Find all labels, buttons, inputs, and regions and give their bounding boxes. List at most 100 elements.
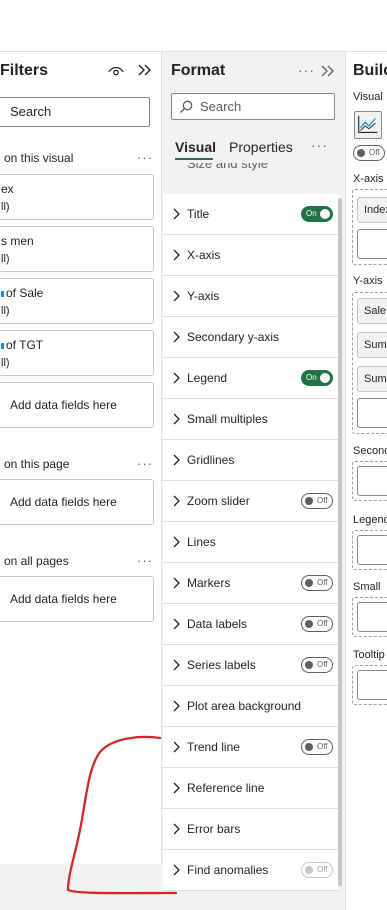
tabs-more-button[interactable]: ··· (311, 137, 328, 153)
format-card-title[interactable]: Title On (163, 194, 339, 235)
toggle-text: Off (317, 742, 328, 751)
format-card-toggle[interactable]: On (301, 370, 333, 386)
filter-card[interactable]: ex ll) (0, 174, 154, 220)
chevron-right-icon (173, 577, 180, 589)
add-data-fields-visual[interactable]: Add data fields here (0, 382, 154, 428)
eye-icon[interactable] (108, 64, 124, 78)
toggle-text: Off (317, 660, 328, 669)
line-chart-icon (358, 115, 378, 133)
format-card-error-bars[interactable]: Error bars (163, 809, 339, 850)
format-card-secondary-y-axis[interactable]: Secondary y-axis (163, 317, 339, 358)
format-card-toggle[interactable]: Off (301, 657, 333, 673)
legend-drop-zone[interactable] (357, 535, 387, 565)
format-title: Format (171, 62, 226, 79)
chevron-right-icon (173, 249, 180, 261)
filters-search-input[interactable]: Search (0, 97, 150, 127)
format-card-series-labels[interactable]: Series labels Off (163, 645, 339, 686)
toggle-text: Off (317, 496, 328, 505)
add-data-fields-all[interactable]: Add data fields here (0, 576, 154, 622)
format-card-label: Trend line (187, 740, 240, 754)
format-card-reference-line[interactable]: Reference line (163, 768, 339, 809)
toggle-knob (305, 743, 313, 751)
yaxis-drop-zone[interactable] (357, 398, 387, 428)
format-card-y-axis[interactable]: Y-axis (163, 276, 339, 317)
format-card-label: Size and style (187, 163, 268, 171)
format-card-x-axis[interactable]: X-axis (163, 235, 339, 276)
build-xaxis-label: X-axis (353, 173, 384, 185)
filters-page-more-button[interactable]: ··· (137, 456, 153, 471)
toggle-knob (305, 497, 313, 505)
line-chart-visual-button[interactable] (354, 111, 382, 139)
format-card-toggle[interactable]: Off (301, 493, 333, 509)
filter-card[interactable]: of TGT ll) (0, 330, 154, 376)
format-card-label: Y-axis (187, 289, 220, 303)
format-card-label: Secondary y-axis (187, 330, 280, 344)
chevron-right-icon (173, 864, 180, 876)
format-card-small-multiples[interactable]: Small multiples (163, 399, 339, 440)
chevron-right-icon (173, 782, 180, 794)
format-card-zoom-slider[interactable]: Zoom slider Off (163, 481, 339, 522)
toggle-knob (357, 149, 365, 157)
format-card-markers[interactable]: Markers Off (163, 563, 339, 604)
format-card-find-anomalies[interactable]: Find anomalies Off (163, 850, 339, 891)
filters-footer (0, 864, 162, 910)
yaxis-field-pill[interactable]: Sum (357, 332, 387, 358)
chevron-right-icon (173, 413, 180, 425)
tab-visual[interactable]: Visual (175, 139, 216, 155)
add-data-fields-page[interactable]: Add data fields here (0, 479, 154, 525)
toggle-text: Off (369, 148, 380, 157)
format-search-placeholder: Search (200, 99, 242, 114)
small-multiples-drop-zone[interactable] (357, 602, 387, 632)
xaxis-field-pill[interactable]: Index (357, 197, 387, 223)
filters-all-more-button[interactable]: ··· (137, 553, 153, 568)
build-yaxis-label: Y-axis (353, 275, 383, 287)
xaxis-drop-zone[interactable] (357, 229, 387, 259)
toggle-text: On (306, 373, 317, 382)
filter-card[interactable]: s men ll) (0, 226, 154, 272)
tooltips-drop-zone[interactable] (357, 670, 387, 700)
format-card-label: Error bars (187, 822, 241, 836)
build-visual-toggle[interactable]: Off (353, 145, 385, 161)
toggle-knob (320, 209, 330, 219)
double-chevron-right-icon[interactable] (320, 63, 336, 79)
format-card-size-and-style[interactable]: Size and style (163, 163, 339, 191)
double-chevron-right-icon[interactable] (137, 62, 153, 78)
build-tooltips-label: Tooltip (353, 649, 385, 661)
format-card-label: Legend (187, 371, 228, 385)
format-card-label: Reference line (187, 781, 265, 795)
chevron-right-icon (173, 208, 180, 220)
toggle-knob (305, 661, 313, 669)
yaxis-field-pill[interactable]: Sum (357, 366, 387, 392)
yaxis-field-pill[interactable]: Sale (357, 298, 387, 324)
filters-visual-more-button[interactable]: ··· (137, 150, 153, 165)
format-card-toggle[interactable]: Off (301, 616, 333, 632)
search-icon (180, 100, 193, 113)
format-card-lines[interactable]: Lines (163, 522, 339, 563)
format-card-label: Find anomalies (187, 863, 269, 877)
field-color-marker (1, 290, 4, 297)
format-card-toggle[interactable]: Off (301, 575, 333, 591)
chevron-right-icon (173, 823, 180, 835)
tab-properties[interactable]: Properties (229, 139, 293, 155)
format-card-label: Zoom slider (187, 494, 250, 508)
format-card-trend-line[interactable]: Trend line Off (163, 727, 339, 768)
format-card-toggle[interactable]: On (301, 206, 333, 222)
format-search-input[interactable]: Search (171, 93, 335, 120)
format-card-toggle[interactable]: Off (301, 739, 333, 755)
format-scrollbar[interactable] (338, 198, 342, 886)
filter-card-value: ll) (1, 357, 10, 369)
format-more-button[interactable]: ··· (298, 62, 315, 78)
toggle-knob (305, 579, 313, 587)
filter-card-value: ll) (1, 201, 10, 213)
secondary-drop-zone[interactable] (357, 466, 387, 496)
filter-card[interactable]: of Sale ll) (0, 278, 154, 324)
format-card-plot-area-background[interactable]: Plot area background (163, 686, 339, 727)
format-card-data-labels[interactable]: Data labels Off (163, 604, 339, 645)
format-card-gridlines[interactable]: Gridlines (163, 440, 339, 481)
filter-card-name: of TGT (6, 338, 44, 352)
chevron-right-icon (173, 741, 180, 753)
format-card-legend[interactable]: Legend On (163, 358, 339, 399)
filter-card-name: ex (1, 182, 14, 196)
format-card-label: Plot area background (187, 699, 302, 713)
filters-title: Filters (0, 62, 49, 79)
